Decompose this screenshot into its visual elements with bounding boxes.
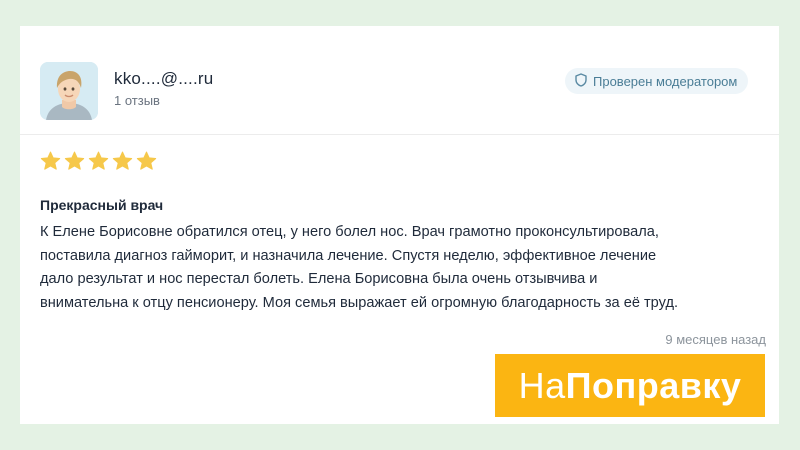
logo-text-part1: На [518,364,566,406]
star-rating [40,151,157,171]
review-text-line: поставила диагноз гайморит, и назначила … [40,247,657,264]
user-avatar-icon [40,62,98,120]
logo-text-part2: Поправку [565,364,742,406]
star-icon [136,151,157,170]
review-text-line: дало результат и нос перестал болеть. Ел… [40,271,598,287]
star-icon [64,151,85,170]
star-icon [40,151,61,170]
reviewer-username: kko....@....ru [114,69,214,88]
review-title: Прекрасный врач [40,197,164,213]
shield-icon [575,72,593,90]
moderator-verified-badge: Проверен модератором [565,68,749,94]
review-text: К Елене Борисовне обратился отец, у него… [40,221,772,315]
star-icon [112,151,133,170]
star-icon [88,151,109,170]
review-text-line: внимательна к отцу пенсионеру. Моя семья… [40,294,679,311]
review-card: kko....@....ru 1 отзыв Проверен модерато… [20,26,779,424]
review-text-line: К Елене Борисовне обратился отец, у него… [40,224,659,240]
header-divider [20,134,779,135]
review-date: 9 месяцев назад [665,332,766,347]
napopravku-logo: На Поправку [495,354,765,417]
reviewer-review-count: 1 отзыв [114,93,160,108]
badge-label: Проверен модератором [593,73,738,89]
